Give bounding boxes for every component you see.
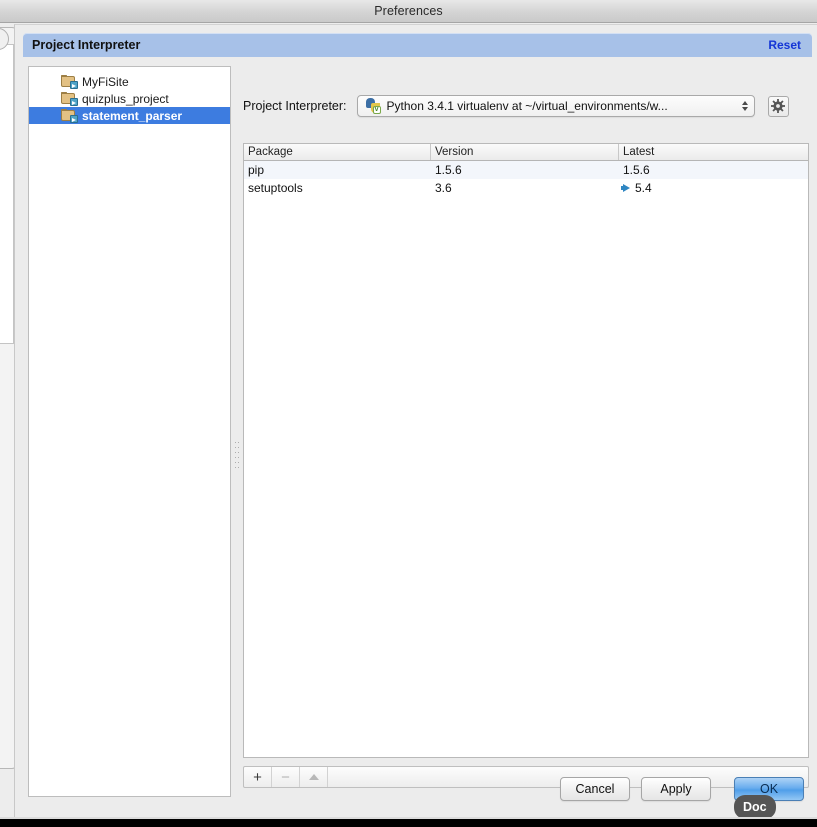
window-titlebar: Preferences [0, 0, 817, 23]
folder-icon [61, 75, 78, 89]
gear-icon [771, 99, 786, 113]
reset-link[interactable]: Reset [768, 38, 801, 52]
folder-icon [61, 92, 78, 106]
interpreter-label: Project Interpreter: [243, 99, 347, 113]
background-window-content [0, 44, 14, 344]
folder-icon [61, 109, 78, 123]
sidebar-item-myfisite[interactable]: MyFiSite [29, 73, 230, 90]
panel-splitter[interactable] [231, 66, 243, 797]
sidebar-item-quizplus-project[interactable]: quizplus_project [29, 90, 230, 107]
bottom-strip [0, 819, 817, 827]
splitter-grip-icon [235, 438, 239, 468]
sidebar-item-statement-parser[interactable]: statement_parser [29, 107, 230, 124]
cell-latest-value: 5.4 [635, 181, 652, 195]
cell-latest: 5.4 [619, 179, 808, 197]
table-row[interactable]: pip 1.5.6 1.5.6 [244, 161, 808, 179]
chevron-updown-icon [741, 101, 748, 111]
interpreter-selected-value: Python 3.4.1 virtualenv at ~/virtual_env… [386, 99, 668, 113]
sidebar-item-label: quizplus_project [82, 91, 169, 106]
upgrade-available-icon [621, 184, 630, 192]
cell-package: pip [248, 163, 265, 177]
cell-version: 3.6 [435, 181, 452, 195]
cell-package: setuptools [248, 181, 303, 195]
cancel-button[interactable]: Cancel [560, 777, 630, 801]
tooltip: Doc [734, 795, 776, 819]
column-header-package[interactable]: Package [244, 144, 431, 160]
window-title: Preferences [374, 4, 443, 18]
screen: Preferences Project Interpreter Reset My… [0, 0, 817, 827]
packages-table: Package Version Latest pip 1.5.6 1.5.6 s… [243, 143, 809, 758]
interpreter-select[interactable]: v Python 3.4.1 virtualenv at ~/virtual_e… [356, 95, 755, 117]
table-header-row: Package Version Latest [244, 144, 808, 161]
interpreter-settings-button[interactable] [767, 95, 789, 117]
sidebar-item-label: MyFiSite [82, 74, 129, 89]
page-title: Project Interpreter [32, 38, 141, 52]
interpreter-content: Project Interpreter: v Python 3.4.1 virt… [243, 66, 809, 797]
project-tree: MyFiSite quizplus_project statement_pars… [29, 67, 230, 124]
cell-latest: 1.5.6 [623, 163, 650, 177]
project-tree-panel: MyFiSite quizplus_project statement_pars… [28, 66, 231, 797]
cell-version: 1.5.6 [435, 163, 462, 177]
column-header-version[interactable]: Version [431, 144, 619, 160]
column-header-latest[interactable]: Latest [619, 144, 808, 160]
sidebar-item-label: statement_parser [82, 108, 183, 123]
preferences-dialog: Project Interpreter Reset MyFiSite quizp… [14, 24, 817, 819]
table-row[interactable]: setuptools 3.6 5.4 [244, 179, 808, 197]
python-virtualenv-icon: v [365, 98, 382, 114]
dialog-footer: Cancel Apply OK [15, 777, 817, 811]
section-header: Project Interpreter Reset [23, 33, 812, 57]
interpreter-row: Project Interpreter: v Python 3.4.1 virt… [243, 95, 809, 117]
apply-button[interactable]: Apply [641, 777, 711, 801]
